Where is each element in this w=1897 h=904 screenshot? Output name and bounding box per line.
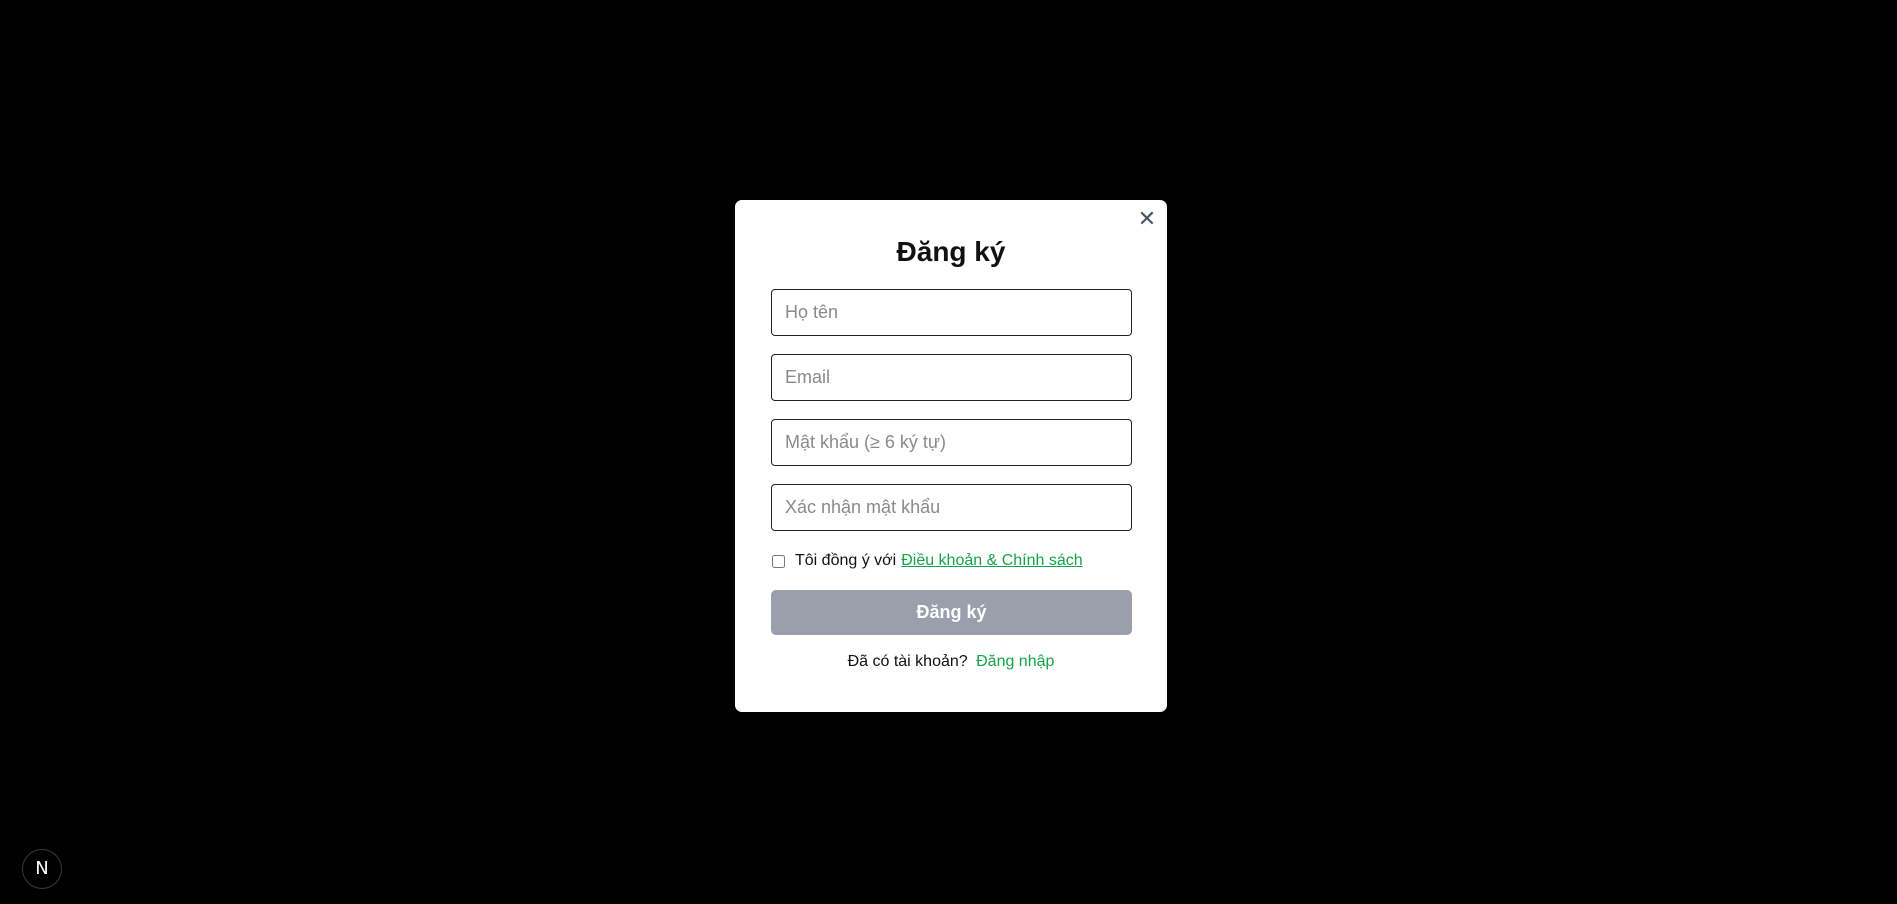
modal-title: Đăng ký — [896, 236, 1006, 267]
email-input[interactable] — [771, 354, 1132, 401]
close-button[interactable]: ✕ — [1135, 208, 1159, 232]
terms-label: Tôi đồng ý với — [795, 552, 897, 569]
terms-link[interactable]: Điều khoản & Chính sách — [901, 552, 1082, 570]
password-input[interactable] — [771, 419, 1132, 466]
full-name-input[interactable] — [771, 289, 1132, 336]
terms-agreement-row: Tôi đồng ý với Điều khoản & Chính sách — [771, 550, 1083, 572]
login-link[interactable]: Đăng nhập — [976, 653, 1054, 670]
confirm-password-input[interactable] — [771, 484, 1132, 531]
signup-submit-button[interactable]: Đăng ký — [771, 590, 1132, 635]
nextjs-logo-icon: N — [35, 858, 49, 879]
login-prompt-row: Đã có tài khoản? Đăng nhập — [735, 653, 1167, 671]
signup-modal: ✕ Đăng ký Tôi đồng ý với Điều khoản & Ch… — [735, 200, 1167, 712]
login-prompt-text: Đã có tài khoản? — [847, 653, 968, 670]
close-icon: ✕ — [1137, 207, 1157, 232]
nextjs-dev-badge-button[interactable]: N — [22, 849, 62, 889]
terms-checkbox[interactable] — [772, 554, 785, 568]
